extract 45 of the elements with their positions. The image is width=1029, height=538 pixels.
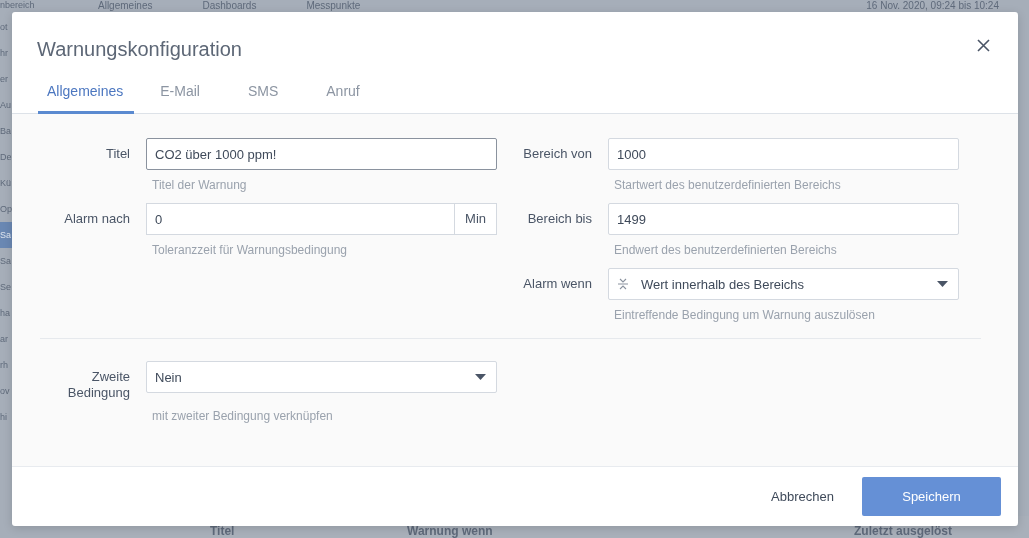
column-header: Zuletzt ausgelöst [854, 523, 952, 538]
sidebar-item[interactable]: Ba [0, 118, 12, 144]
field-hint: Endwert des benutzerdefinierten Bereichs [613, 242, 838, 258]
field-label: Alarm nach [64, 210, 130, 227]
sidebar-item[interactable]: ov [0, 378, 12, 404]
field-hint: Toleranzzeit für Warnungsbedingung [151, 242, 348, 258]
text-field[interactable]: 1499 [608, 203, 959, 235]
sidebar-item[interactable]: Se [0, 274, 12, 300]
number-field[interactable]: 0 [146, 203, 455, 235]
sidebar-item[interactable]: er [0, 66, 12, 92]
field-label: Zweite Bedingung [66, 368, 130, 401]
column-header: Titel [210, 523, 236, 538]
tab[interactable]: SMS [225, 79, 301, 114]
save-button[interactable]: Speichern [862, 477, 1001, 516]
field-hint: Startwert des benutzerdefinierten Bereichs [613, 177, 842, 193]
sidebar-item[interactable]: Op [0, 196, 12, 222]
dropdown[interactable]: Wert innerhalb des Bereichs [608, 268, 959, 300]
field-label: Bereich von [523, 145, 592, 162]
field-hint: mit zweiter Bedingung verknüpfen [151, 408, 334, 424]
column-header: Warnung wenn [407, 523, 494, 538]
field-hint: Titel der Warnung [151, 177, 248, 193]
text-field[interactable]: CO2 über 1000 ppm! [146, 138, 497, 170]
dropdown[interactable]: Nein [146, 361, 497, 393]
page-tab[interactable]: Dashboards [202, 0, 257, 11]
sidebar-item[interactable]: Sa [0, 222, 12, 248]
page-tab[interactable]: Messpunkte [306, 0, 361, 11]
cancel-button[interactable]: Abbrechen [765, 481, 840, 512]
sidebar-item[interactable]: Au [0, 92, 12, 118]
page-tab[interactable]: Allgemeines [98, 0, 153, 11]
field-label: Bereich bis [527, 210, 592, 227]
field-label: Titel [105, 145, 130, 162]
sidebar-item[interactable]: De [0, 144, 12, 170]
text-field[interactable]: 1000 [608, 138, 959, 170]
caret-icon [937, 281, 948, 287]
unit-label: Min [454, 203, 497, 235]
caret-icon [475, 374, 486, 380]
sidebar-item[interactable]: Kü [0, 170, 12, 196]
date-range: 16 Nov. 2020, 09:24 bis 10:24 [866, 0, 999, 11]
tab[interactable]: E-Mail [138, 79, 222, 114]
sidebar-item[interactable]: nbereich [0, 0, 60, 14]
field-label: Alarm wenn [523, 275, 592, 292]
sidebar-item[interactable]: ot [0, 14, 12, 40]
field-hint: Eintreffende Bedingung um Warnung auszulösen [613, 307, 876, 323]
dialog-title: Warnungskonfiguration [37, 37, 242, 61]
tab[interactable]: Anruf [304, 79, 382, 114]
